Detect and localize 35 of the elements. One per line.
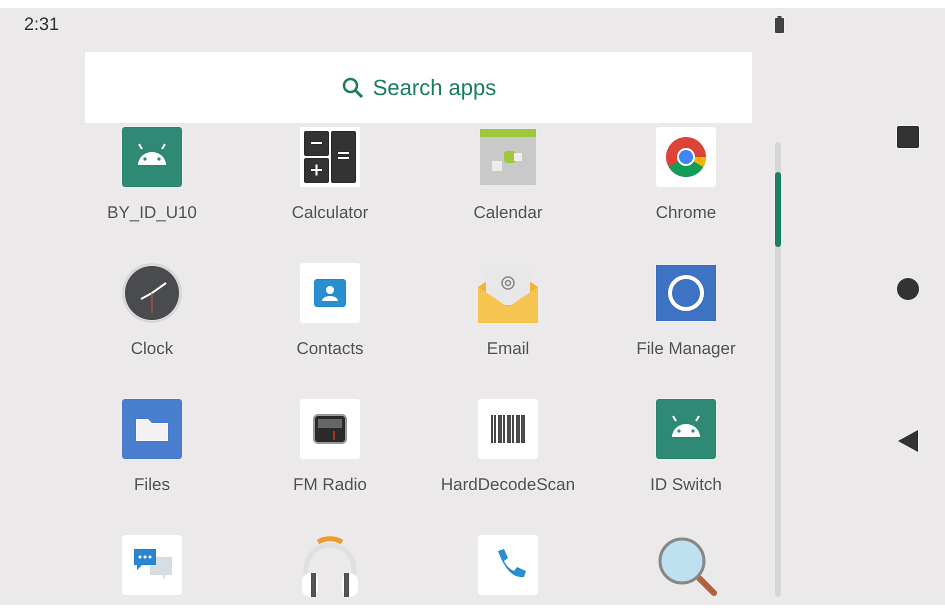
app-launcher[interactable]: BY_ID_U10 xyxy=(63,123,241,259)
calculator-icon xyxy=(298,125,362,189)
app-launcher[interactable]: FM Radio xyxy=(241,395,419,531)
recents-button[interactable] xyxy=(896,126,918,148)
chat-bubbles-icon xyxy=(120,533,184,597)
triangle-icon xyxy=(898,430,918,452)
app-launcher[interactable]: Chrome xyxy=(597,123,775,259)
contacts-icon xyxy=(298,261,362,325)
search-field[interactable]: Search apps xyxy=(85,52,752,123)
battery-icon xyxy=(775,16,784,32)
app-launcher[interactable]: Calendar xyxy=(419,123,597,259)
folder-icon xyxy=(120,397,184,461)
clock-icon xyxy=(120,261,184,325)
app-launcher[interactable]: HardDecodeScan xyxy=(419,395,597,531)
app-launcher[interactable]: Contacts xyxy=(241,259,419,395)
scrollbar-thumb[interactable] xyxy=(775,172,781,247)
home-button[interactable] xyxy=(896,278,918,300)
app-launcher[interactable]: File Manager xyxy=(597,259,775,395)
back-button[interactable] xyxy=(898,430,918,452)
circle-icon xyxy=(896,278,918,300)
phone-icon xyxy=(476,533,540,597)
barcode-icon xyxy=(476,397,540,461)
chrome-icon xyxy=(654,125,718,189)
clock-time: 2:31 xyxy=(24,14,60,34)
radio-icon xyxy=(298,397,362,461)
app-launcher[interactable]: ID Switch xyxy=(597,395,775,531)
app-launcher[interactable]: Email xyxy=(419,259,597,395)
app-launcher[interactable]: Calculator xyxy=(241,123,419,259)
square-icon xyxy=(896,126,918,148)
app-launcher[interactable]: Files xyxy=(63,395,241,531)
search-icon xyxy=(340,76,365,100)
android-icon xyxy=(654,397,718,461)
android-icon xyxy=(120,125,184,189)
search-placeholder: Search apps xyxy=(372,74,496,100)
app-launcher[interactable]: Clock xyxy=(63,259,241,395)
